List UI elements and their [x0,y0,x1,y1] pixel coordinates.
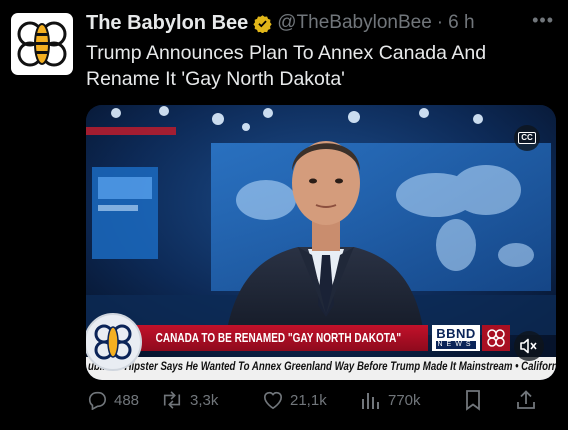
more-dots-icon[interactable]: ••• [532,10,554,31]
video-player[interactable]: CC CANADA TO BE RENAMED "GAY NORTH DAKOT… [86,105,556,380]
babylon-bee-logo-icon [17,21,67,67]
views-button[interactable]: 770k [360,390,464,410]
like-count: 21,1k [290,391,327,409]
news-ticker: ublican Hipster Says He Wanted To Annex … [86,357,556,380]
reply-button[interactable]: 488 [86,390,160,410]
share-icon [517,390,535,409]
like-button[interactable]: 21,1k [262,390,360,410]
bee-logo-icon [482,325,510,351]
bee-badge-icon [86,313,142,371]
verified-badge-icon[interactable] [253,14,272,33]
ticker-text: ublican Hipster Says He Wanted To Annex … [88,361,556,373]
captions-button[interactable]: CC [514,125,540,151]
views-bar-chart-icon [362,393,379,409]
repost-button[interactable]: 3,3k [160,390,262,410]
share-button[interactable] [516,389,542,411]
post-actions: 488 3,3k 21,1k 770k [86,386,558,414]
network-sub: NEWS [436,341,476,349]
bookmark-icon [466,390,480,411]
author-handle[interactable]: @TheBabylonBee [277,12,432,34]
cc-label: CC [518,132,536,144]
author-name[interactable]: The Babylon Bee [86,12,248,35]
lower-third-headline: CANADA TO BE RENAMED "GAY NORTH DAKOTA" [155,331,401,345]
view-count: 770k [388,391,421,409]
network-logo: BBND NEWS [432,325,480,351]
author-avatar[interactable] [11,13,73,75]
post-time[interactable]: 6 h [448,12,474,34]
lower-third-banner: CANADA TO BE RENAMED "GAY NORTH DAKOTA" [128,325,428,351]
reply-icon [88,391,107,410]
meta-separator: · [436,12,444,33]
post-header: The Babylon Bee @TheBabylonBee · 6 h ••• [86,10,554,36]
post-text: Trump Announces Plan To Annex Canada And… [86,42,487,90]
heart-icon [263,391,283,410]
repost-icon [163,391,181,409]
bookmark-button[interactable] [464,389,516,411]
speaker-muted-icon[interactable] [514,331,544,361]
reply-count: 488 [114,391,140,409]
network-name: BBND [436,326,476,341]
repost-count: 3,3k [190,391,219,409]
